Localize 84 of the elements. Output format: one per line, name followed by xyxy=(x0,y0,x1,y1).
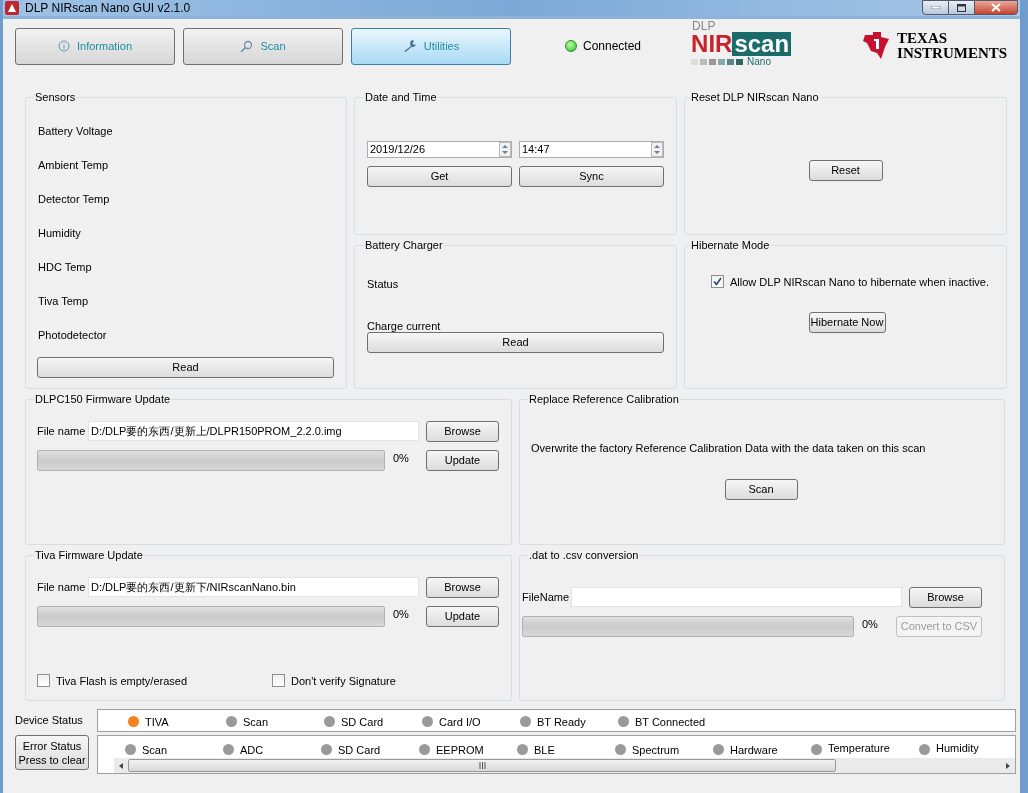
file-name-field[interactable] xyxy=(571,587,902,607)
hibernate-now-button[interactable]: Hibernate Now xyxy=(808,312,886,333)
status-label: Card I/O xyxy=(439,714,481,730)
checkbox-label: Tiva Flash is empty/erased xyxy=(56,673,188,689)
panel-title: Tiva Firmware Update xyxy=(34,548,144,563)
update-button[interactable]: Update xyxy=(426,605,499,627)
field-label: File name xyxy=(37,579,87,595)
spinner-icon[interactable] xyxy=(651,141,663,157)
window-title: DLP NIRscan Nano GUI v2.1.0 xyxy=(25,0,191,17)
close-icon xyxy=(991,3,1001,12)
checkbox[interactable] xyxy=(272,674,285,688)
search-icon xyxy=(240,39,254,53)
status-label: EEPROM xyxy=(436,742,484,758)
file-name-field[interactable]: D:/DLP要的东西/更新下/NIRscanNano.bin xyxy=(88,577,419,597)
panel-title: Sensors xyxy=(34,90,77,105)
status-label: TIVA xyxy=(145,714,169,730)
app-icon xyxy=(5,1,19,15)
status-label: Hardware xyxy=(730,742,778,758)
field-label: FileName xyxy=(522,589,571,605)
panel-title: .dat to .csv conversion xyxy=(528,548,640,563)
texas-instruments-logo: TEXAS INSTRUMENTS xyxy=(861,31,1008,61)
minimize-icon xyxy=(931,6,940,9)
panel-title: Date and Time xyxy=(364,90,438,105)
scrollbar-thumb[interactable] xyxy=(128,759,836,772)
maximize-icon xyxy=(957,3,966,12)
panel-title: Hibernate Mode xyxy=(690,238,771,253)
maximize-button[interactable] xyxy=(949,0,974,15)
checkbox-label: Allow DLP NIRscan Nano to hibernate when inactive. xyxy=(730,274,990,290)
get-button[interactable]: Get xyxy=(367,165,512,187)
reset-button[interactable]: Reset xyxy=(808,159,883,181)
nirscan-logo: DLP NIRscan Nano xyxy=(691,19,792,67)
charger-label: Charge current xyxy=(367,318,442,332)
status-label: Spectrum xyxy=(632,742,680,758)
status-label: Humidity xyxy=(936,741,979,756)
status-label: Scan xyxy=(142,742,168,758)
grip-icon xyxy=(478,762,486,769)
device-status-label: Device Status xyxy=(15,713,84,729)
field-label: File name xyxy=(37,423,87,439)
progress-percent: 0% xyxy=(392,450,410,466)
update-button[interactable]: Update xyxy=(426,449,499,471)
browse-button[interactable]: Browse xyxy=(426,576,499,598)
progress-percent: 0% xyxy=(861,616,879,632)
read-button[interactable]: Read xyxy=(367,331,664,353)
progress-percent: 0% xyxy=(392,606,410,622)
status-label: Temperature xyxy=(828,741,890,756)
panel-title: Replace Reference Calibration xyxy=(528,392,680,407)
browse-button[interactable]: Browse xyxy=(426,420,499,442)
status-label: SD Card xyxy=(338,742,381,758)
scan-button[interactable]: Scan xyxy=(724,479,798,500)
checkbox[interactable] xyxy=(37,674,50,688)
sensor-label: Photodetector xyxy=(38,327,108,341)
status-label: ADC xyxy=(240,742,264,758)
status-label: BT Connected xyxy=(635,714,706,730)
read-button[interactable]: Read xyxy=(37,357,334,378)
sensor-label: HDC Temp xyxy=(38,259,93,273)
status-label: Scan xyxy=(243,714,269,730)
sensor-label: Detector Temp xyxy=(38,191,111,205)
connection-status: Connected xyxy=(583,38,642,55)
panel-title: Battery Charger xyxy=(364,238,444,253)
panel-title: DLPC150 Firmware Update xyxy=(34,392,172,407)
time-field[interactable]: 14:47 xyxy=(519,140,664,158)
minimize-button[interactable] xyxy=(922,0,949,15)
spinner-icon[interactable] xyxy=(499,141,511,157)
sync-button[interactable]: Sync xyxy=(519,165,664,187)
sensor-label: Tiva Temp xyxy=(38,293,90,307)
status-label: BT Ready xyxy=(537,714,586,730)
status-label: SD Card xyxy=(341,714,384,730)
status-label: BLE xyxy=(534,742,555,758)
charger-label: Status xyxy=(367,276,400,290)
wrench-icon xyxy=(402,39,417,53)
sensor-label: Humidity xyxy=(38,225,82,239)
error-status-button[interactable]: Error Status Press to clear xyxy=(15,735,89,770)
panel-title: Reset DLP NIRscan Nano xyxy=(690,90,820,105)
file-name-field[interactable]: D:/DLP要的东西/更新上/DLPR150PROM_2.2.0.img xyxy=(88,421,419,441)
description-text: Overwrite the factory Reference Calibration Data with the data taken on this scan xyxy=(531,440,927,456)
checkbox-label: Don't verify Signature xyxy=(291,673,396,689)
sensor-label: Ambient Temp xyxy=(38,157,110,171)
checkbox[interactable] xyxy=(711,275,724,289)
browse-button[interactable]: Browse xyxy=(909,586,982,608)
sensor-label: Battery Voltage xyxy=(38,123,114,137)
horizontal-scrollbar[interactable] xyxy=(114,758,1015,773)
info-icon xyxy=(58,40,70,52)
close-button[interactable] xyxy=(974,0,1018,15)
date-field[interactable]: 2019/12/26 xyxy=(367,140,512,158)
